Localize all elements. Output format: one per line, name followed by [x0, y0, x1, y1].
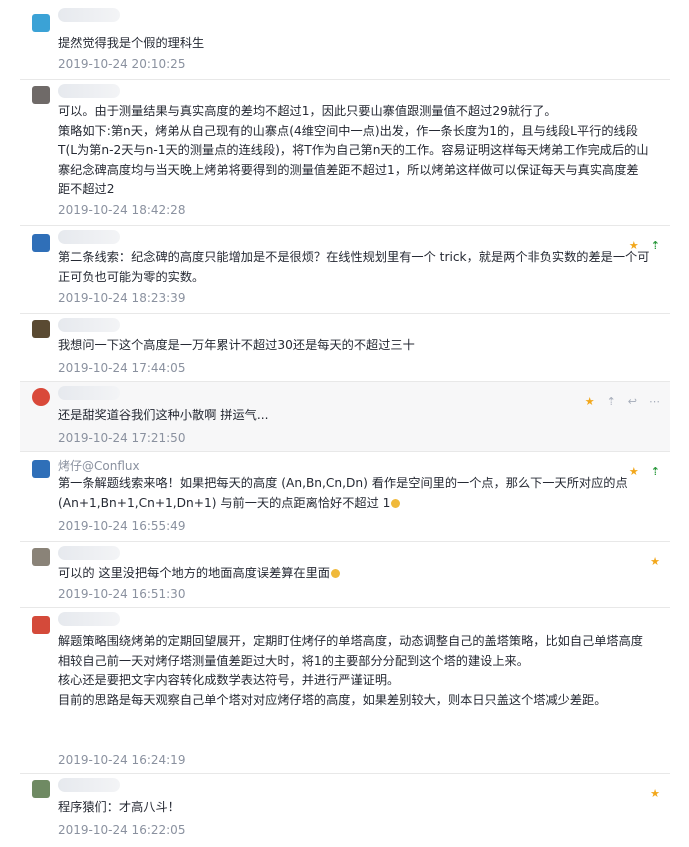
avatar[interactable]: [32, 14, 50, 32]
avatar[interactable]: [32, 320, 50, 338]
comment-text: 提然觉得我是个假的理科生: [58, 36, 205, 50]
star-icon[interactable]: ★: [585, 396, 595, 408]
avatar[interactable]: [32, 388, 50, 406]
comment-text: 还是甜奖道谷我们这种小散啊 拼运气...: [58, 408, 269, 422]
comment-list: 提然觉得我是个假的理科生 2019-10-24 20:10:25 可以。由于测量…: [0, 0, 689, 847]
timestamp: 2019-10-24 17:21:50: [58, 431, 186, 445]
username[interactable]: [58, 318, 120, 332]
emoji-icon: [331, 569, 340, 578]
reply-icon[interactable]: ↩: [628, 396, 637, 408]
comment: 第二条线索：纪念碑的高度只能增加是不是很烦？在线性规划里有一个 trick，就是…: [20, 226, 670, 314]
timestamp: 2019-10-24 20:10:25: [58, 57, 186, 71]
comment-text: 第二条线索：纪念碑的高度只能增加是不是很烦？在线性规划里有一个 trick，就是…: [58, 250, 650, 284]
comment-text: 第一条解题线索来咯！如果把每天的高度 (An,Bn,Cn,Dn) 看作是空间里的…: [58, 476, 628, 510]
avatar[interactable]: [32, 548, 50, 566]
timestamp: 2019-10-24 18:42:28: [58, 203, 186, 217]
timestamp: 2019-10-24 16:24:19: [58, 753, 186, 767]
timestamp: 2019-10-24 18:23:39: [58, 291, 186, 305]
comment-actions: ★: [650, 788, 660, 800]
username[interactable]: [58, 8, 120, 22]
avatar[interactable]: [32, 86, 50, 104]
comment: 烤仔@Conflux 第一条解题线索来咯！如果把每天的高度 (An,Bn,Cn,…: [20, 452, 670, 542]
comment: 可以的 这里没把每个地方的地面高度误差算在里面 2019-10-24 16:51…: [20, 542, 670, 608]
comment-text: 可以的 这里没把每个地方的地面高度误差算在里面: [58, 564, 650, 584]
avatar[interactable]: [32, 616, 50, 634]
username[interactable]: [58, 386, 120, 400]
comment-actions: ★ ⇡: [629, 466, 660, 478]
star-icon[interactable]: ★: [629, 240, 639, 252]
username[interactable]: [58, 230, 120, 244]
username[interactable]: [58, 84, 120, 98]
username[interactable]: [58, 612, 120, 626]
timestamp: 2019-10-24 16:51:30: [58, 587, 186, 601]
comment-actions: ★ ⇡: [629, 240, 660, 252]
upvote-icon[interactable]: ⇡: [651, 466, 660, 478]
timestamp: 2019-10-24 16:55:49: [58, 519, 186, 533]
timestamp: 2019-10-24 16:22:05: [58, 823, 186, 837]
comment-actions: ★ ⇡ ↩ ⋯: [585, 396, 660, 408]
comment: 还是甜奖道谷我们这种小散啊 拼运气... 2019-10-24 17:21:50…: [20, 382, 670, 452]
comment: 我想问一下这个高度是一万年累计不超过30还是每天的不超过三十 2019-10-2…: [20, 314, 670, 382]
upvote-icon[interactable]: ⇡: [651, 240, 660, 252]
emoji-icon: [391, 498, 401, 508]
comment-text: 程序猿们：才高八斗！: [58, 800, 180, 814]
avatar[interactable]: [32, 780, 50, 798]
username[interactable]: [58, 546, 120, 560]
more-icon[interactable]: ⋯: [649, 396, 660, 408]
comment: 解题策略围绕烤弟的定期回望展开，定期盯住烤仔的单塔高度，动态调整自己的盖塔策略，…: [20, 608, 670, 774]
comment: 可以。由于测量结果与真实高度的差均不超过1，因此只要山寨值跟测量值不超过29就行…: [20, 80, 670, 226]
star-icon[interactable]: ★: [650, 788, 660, 800]
avatar[interactable]: [32, 460, 50, 478]
comment-text: 可以。由于测量结果与真实高度的差均不超过1，因此只要山寨值跟测量值不超过29就行…: [58, 104, 649, 197]
comment-actions: ★: [650, 556, 660, 568]
comment: 程序猿们：才高八斗！ 2019-10-24 16:22:05 ★: [20, 774, 670, 847]
comment-text: 解题策略围绕烤弟的定期回望展开，定期盯住烤仔的单塔高度，动态调整自己的盖塔策略，…: [58, 634, 643, 707]
upvote-icon[interactable]: ⇡: [607, 396, 616, 408]
star-icon[interactable]: ★: [629, 466, 639, 478]
username[interactable]: [58, 778, 120, 792]
username[interactable]: 烤仔@Conflux: [58, 458, 140, 474]
star-icon[interactable]: ★: [650, 556, 660, 568]
comment: 提然觉得我是个假的理科生 2019-10-24 20:10:25: [20, 0, 670, 80]
comment-text: 我想问一下这个高度是一万年累计不超过30还是每天的不超过三十: [58, 338, 415, 352]
timestamp: 2019-10-24 17:44:05: [58, 361, 186, 375]
avatar[interactable]: [32, 234, 50, 252]
